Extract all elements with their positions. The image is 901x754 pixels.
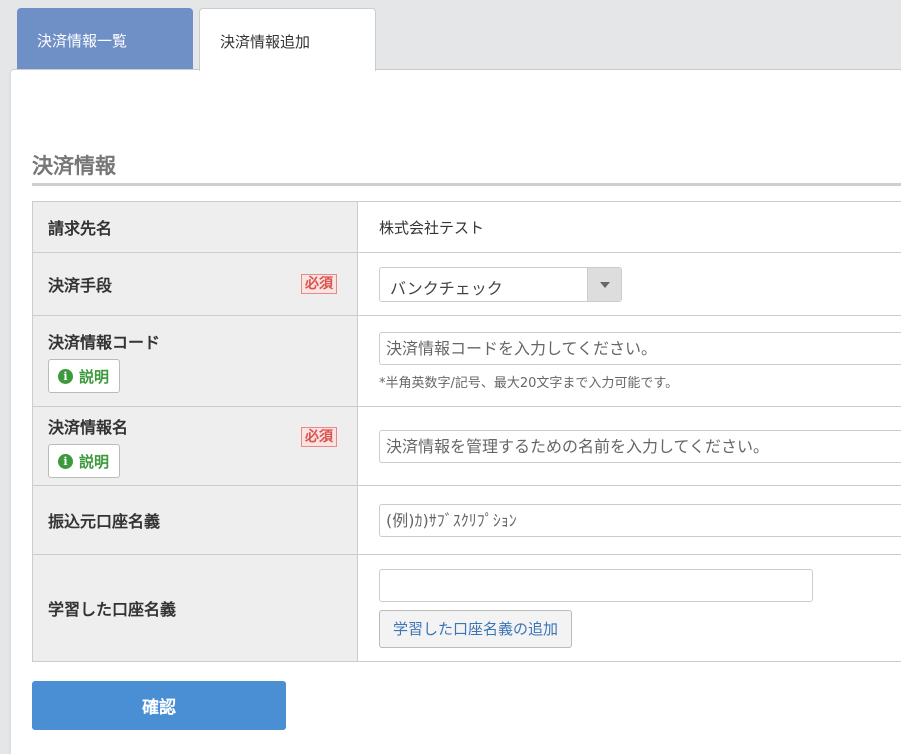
row-payment-method: 決済手段 必須 バンクチェック <box>32 252 901 316</box>
payment-form-table: 請求先名 株式会社テスト 決済手段 必須 バンクチェック 決済情報コード i 説… <box>32 201 901 662</box>
payment-code-label: 決済情報コード i 説明 <box>32 315 358 407</box>
row-billing-name: 請求先名 株式会社テスト <box>32 201 901 253</box>
account-holder-input[interactable] <box>379 503 901 537</box>
account-holder-label: 振込元口座名義 <box>32 485 358 555</box>
payment-method-selected: バンクチェック <box>390 278 503 298</box>
section-title: 決済情報 <box>32 154 116 178</box>
help-button[interactable]: i 説明 <box>48 444 120 478</box>
help-button-label: 説明 <box>79 367 110 386</box>
help-button[interactable]: i 説明 <box>48 359 120 393</box>
info-icon: i <box>58 368 73 384</box>
payment-method-select[interactable]: バンクチェック <box>379 266 622 302</box>
tab-bar: 決済情報一覧 決済情報追加 <box>0 0 901 71</box>
payment-name-label: 決済情報名 必須 i 説明 <box>32 406 358 486</box>
form-panel: 決済情報 請求先名 株式会社テスト 決済手段 必須 バンクチェック 決済情報コー… <box>10 69 901 754</box>
learned-account-label: 学習した口座名義 <box>32 554 358 662</box>
row-learned-account: 学習した口座名義 学習した口座名義の追加 <box>32 554 901 662</box>
row-payment-code: 決済情報コード i 説明 *半角英数字/記号、最大20文字まで入力可能です。 <box>32 315 901 407</box>
section-divider <box>32 183 901 186</box>
chevron-down-icon[interactable] <box>587 267 621 301</box>
row-payment-name: 決済情報名 必須 i 説明 <box>32 406 901 486</box>
help-button-label: 説明 <box>79 452 110 471</box>
add-learned-account-button[interactable]: 学習した口座名義の追加 <box>379 609 573 648</box>
required-badge: 必須 <box>301 274 337 294</box>
row-account-holder: 振込元口座名義 <box>32 485 901 555</box>
tab-payment-add[interactable]: 決済情報追加 <box>199 8 376 71</box>
payment-method-label: 決済手段 必須 <box>32 252 358 316</box>
payment-code-input[interactable] <box>379 331 901 365</box>
confirm-button[interactable]: 確認 <box>32 681 286 730</box>
payment-code-hint: *半角英数字/記号、最大20文字まで入力可能です。 <box>379 375 679 391</box>
billing-name-label: 請求先名 <box>32 201 358 253</box>
billing-name-value: 株式会社テスト <box>379 218 485 237</box>
learned-account-input[interactable] <box>379 568 813 602</box>
required-badge: 必須 <box>301 427 337 447</box>
payment-name-input[interactable] <box>379 429 901 463</box>
tab-payment-list[interactable]: 決済情報一覧 <box>17 8 193 70</box>
info-icon: i <box>58 453 73 469</box>
